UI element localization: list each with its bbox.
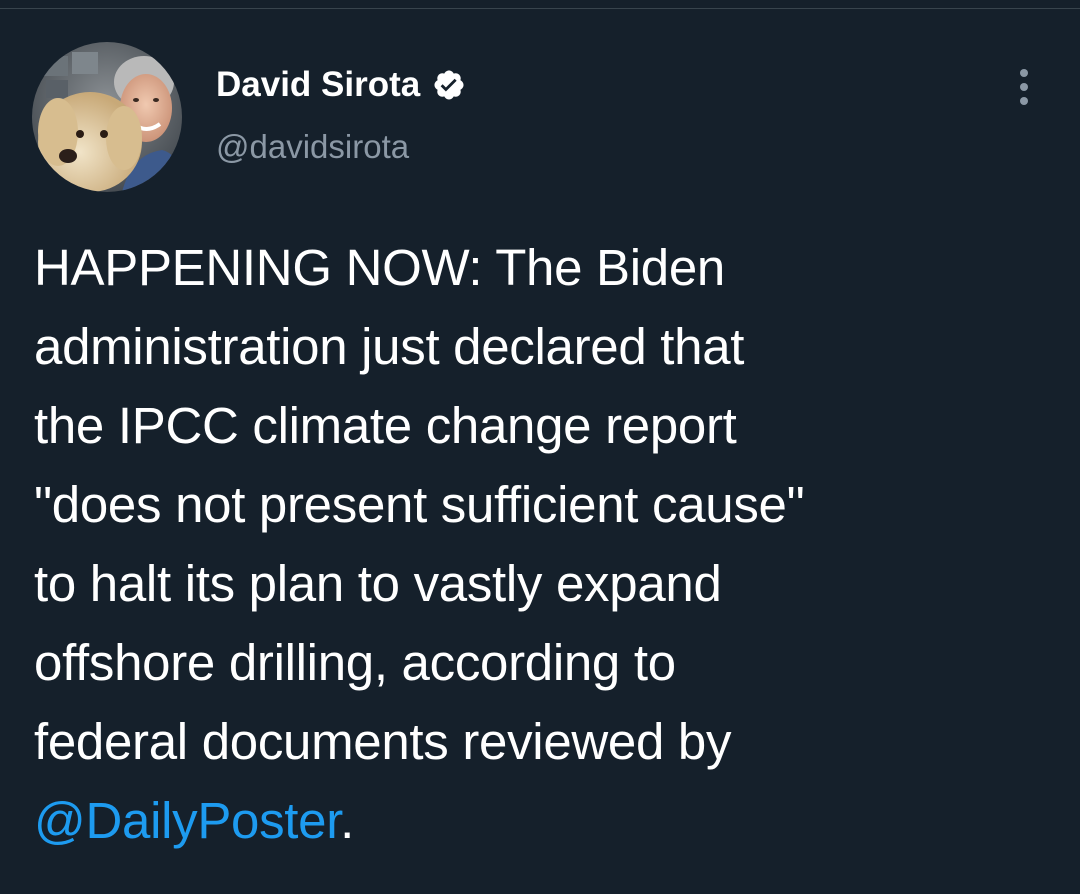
more-dot <box>1020 83 1028 91</box>
tweet-card: David Sirota @davidsirota HAPPENING NOW:… <box>0 0 1080 894</box>
author-handle[interactable]: @davidsirota <box>216 128 409 166</box>
avatar[interactable] <box>32 42 182 192</box>
tweet-trailing-punctuation: . <box>340 792 354 849</box>
tweet-line: federal documents reviewed by <box>34 713 732 770</box>
more-dot <box>1020 69 1028 77</box>
verified-badge-icon <box>432 68 466 102</box>
tweet-line: to halt its plan to vastly expand <box>34 555 722 612</box>
tweet-text: HAPPENING NOW: The Biden administration … <box>34 228 1054 860</box>
display-name[interactable]: David Sirota <box>216 65 420 105</box>
tweet-line: administration just declared that <box>34 318 745 375</box>
author-name-row[interactable]: David Sirota <box>216 62 466 108</box>
avatar-image <box>32 42 182 192</box>
mention-link[interactable]: @DailyPoster <box>34 792 340 849</box>
tweet-line: HAPPENING NOW: The Biden <box>34 239 725 296</box>
tweet-last-line: @DailyPoster. <box>34 781 1054 860</box>
tweet-line: the IPCC climate change report <box>34 397 737 454</box>
more-options-icon[interactable] <box>1004 62 1044 112</box>
tweet-line: offshore drilling, according to <box>34 634 676 691</box>
tweet-line: "does not present sufficient cause" <box>34 476 805 533</box>
more-dot <box>1020 97 1028 105</box>
